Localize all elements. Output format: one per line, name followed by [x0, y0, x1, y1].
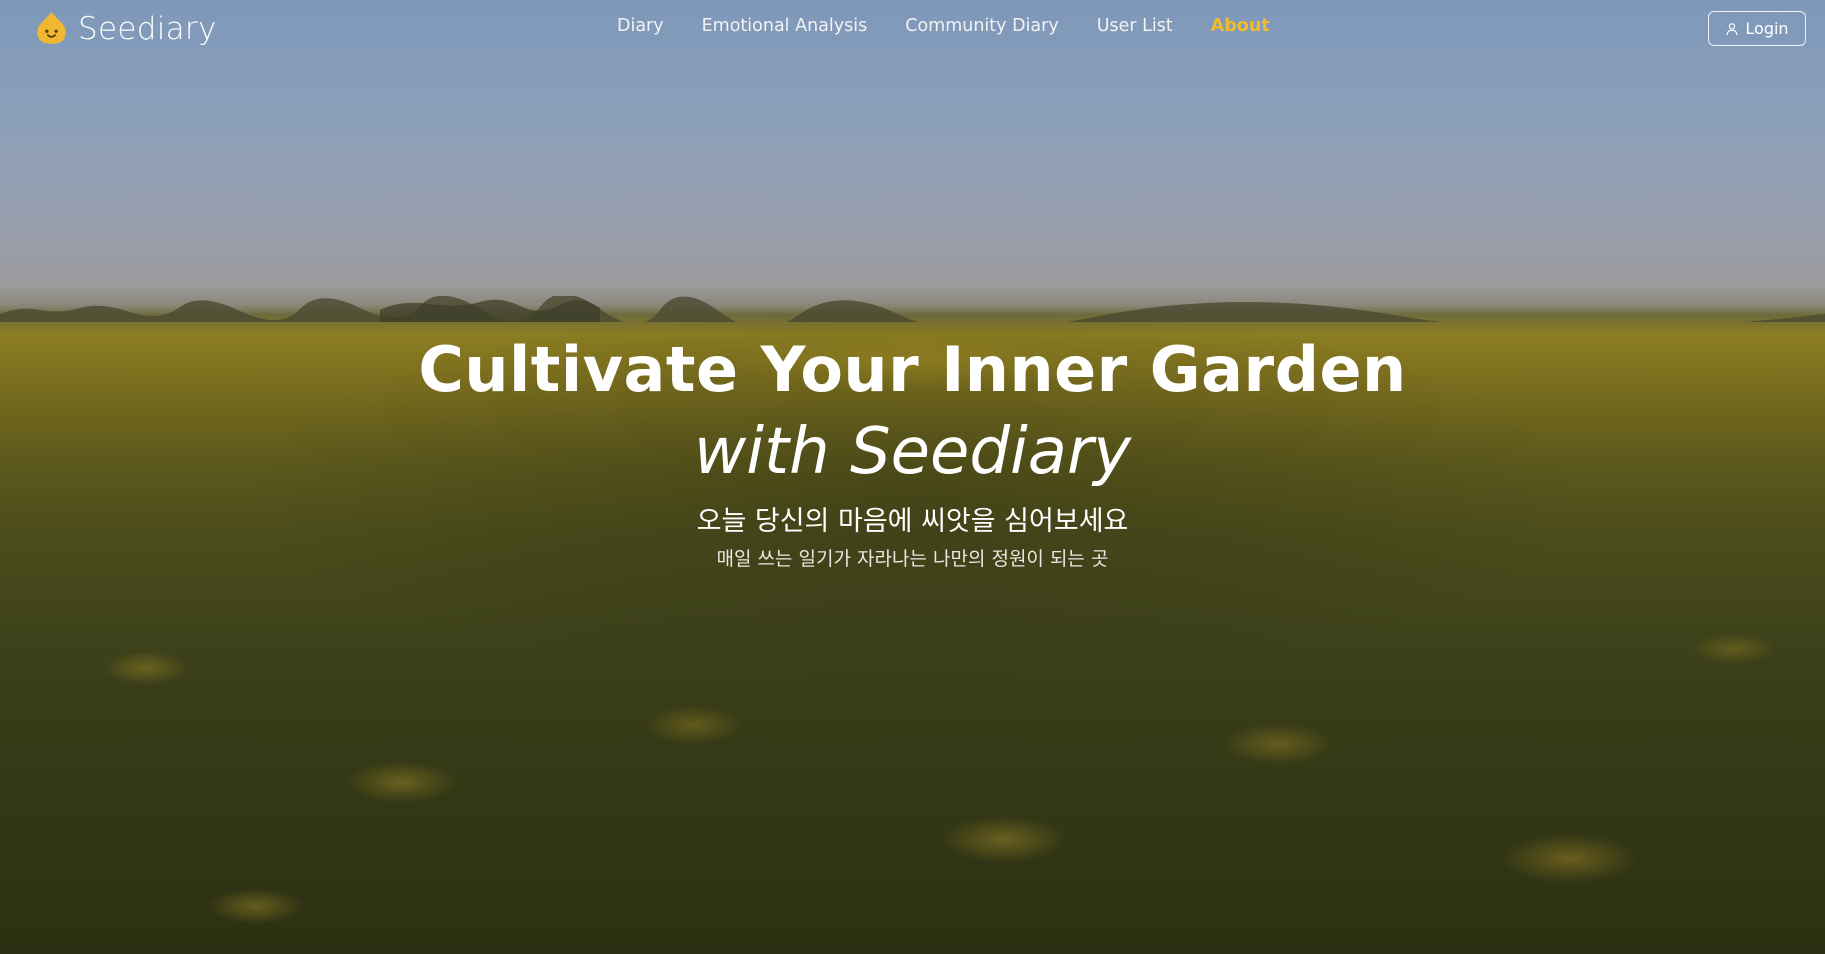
hero-subtitle: with Seediary	[693, 415, 1132, 489]
main-nav: Diary Emotional Analysis Community Diary…	[617, 16, 1270, 36]
nav-item-diary[interactable]: Diary	[617, 16, 664, 36]
hero-tagline: 오늘 당신의 마음에 씨앗을 심어보세요	[696, 506, 1129, 537]
user-icon	[1727, 22, 1738, 35]
nav-item-user-list[interactable]: User List	[1097, 16, 1173, 36]
login-label: Login	[1745, 19, 1789, 38]
nav-item-about[interactable]: About	[1211, 16, 1270, 36]
hero-description: 매일 쓰는 일기가 자라나는 나만의 정원이 되는 곳	[716, 548, 1109, 570]
site-header: Seediary Diary Emotional Analysis Commun…	[0, 0, 1825, 58]
nav-item-community-diary[interactable]: Community Diary	[905, 16, 1058, 36]
hero-title: Cultivate Your Inner Garden	[418, 333, 1407, 406]
login-button[interactable]: Login	[1708, 11, 1806, 46]
page: Seediary Diary Emotional Analysis Commun…	[0, 0, 1825, 954]
brand-logo[interactable]: Seediary	[33, 10, 217, 47]
seed-face-icon	[37, 11, 66, 44]
brand-name: Seediary	[78, 10, 217, 47]
nav-item-emotional-analysis[interactable]: Emotional Analysis	[702, 16, 868, 36]
hero-section: Cultivate Your Inner Garden with Seediar…	[0, 330, 1825, 574]
